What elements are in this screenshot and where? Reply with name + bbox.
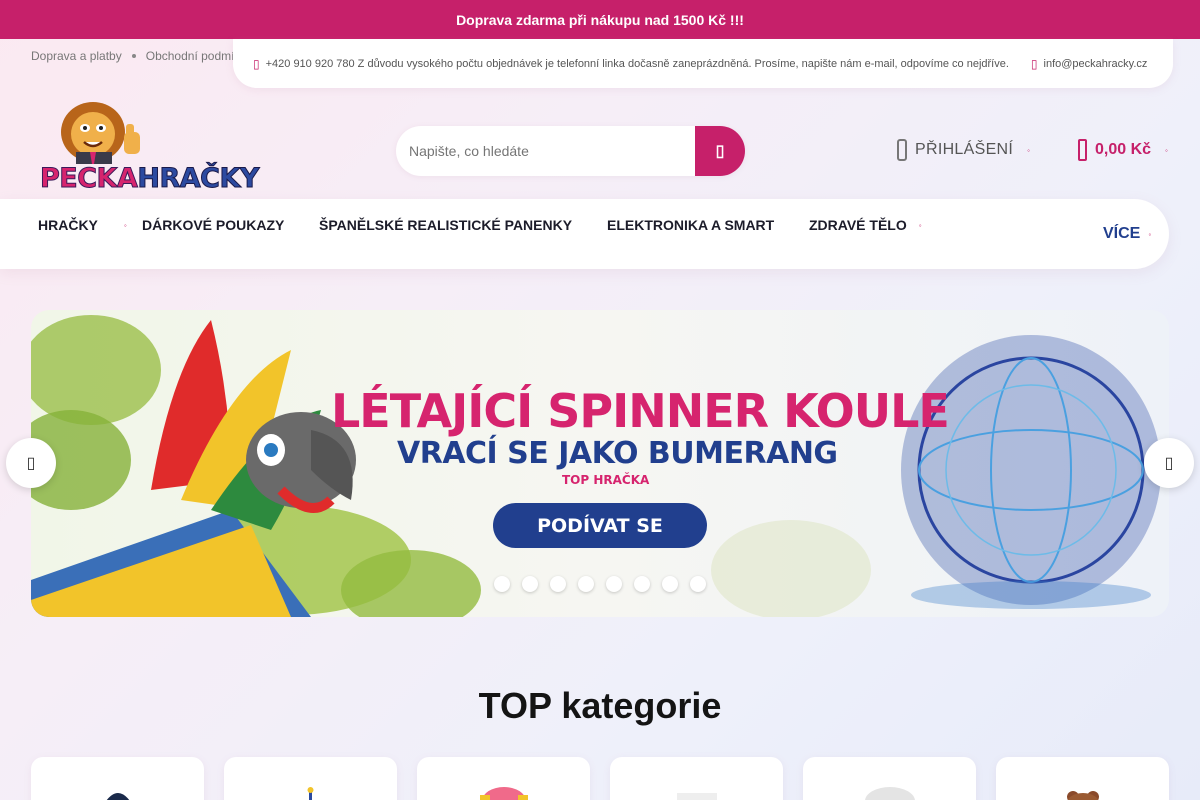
carousel-dot[interactable] xyxy=(662,576,678,592)
banner-subtitle: VRACÍ SE JAKO BUMERANG xyxy=(397,436,838,471)
chevron-down-icon: ◦ xyxy=(918,220,922,230)
separator-dot xyxy=(131,54,136,58)
nav-item-hracky[interactable]: HRAČKY ◦ xyxy=(38,217,127,233)
search-button[interactable]: ▯ xyxy=(695,126,745,176)
announcement-bar: Doprava zdarma při nákupu nad 1500 Kč !!… xyxy=(0,0,1200,39)
link-terms[interactable]: Obchodní podmí xyxy=(146,49,235,63)
nav-more-button[interactable]: VÍCE ◦ xyxy=(1103,225,1151,243)
carousel-prev-button[interactable]: ▯ xyxy=(6,438,56,488)
search-icon: ▯ xyxy=(715,143,725,160)
login-link[interactable]: PŘIHLÁŠENÍ ◦ xyxy=(897,139,1030,161)
category-card[interactable] xyxy=(803,757,976,800)
nav-item-label: ŠPANĚLSKÉ REALISTICKÉ PANENKY xyxy=(319,217,573,233)
category-card[interactable] xyxy=(224,757,397,800)
carousel-dot[interactable] xyxy=(578,576,594,592)
chevron-right-icon: ▯ xyxy=(1164,455,1174,472)
mail-icon: ▯ xyxy=(1030,56,1038,71)
nav-item-spanelske-panenky[interactable]: ŠPANĚLSKÉ REALISTICKÉ PANENKY xyxy=(319,217,572,233)
carousel-next-button[interactable]: ▯ xyxy=(1144,438,1194,488)
chevron-left-icon: ▯ xyxy=(26,455,36,472)
category-thumbnail xyxy=(479,787,528,800)
nav-item-elektronika[interactable]: ELEKTRONIKA A SMART xyxy=(607,217,774,233)
user-icon xyxy=(897,139,907,161)
chevron-down-icon: ◦ xyxy=(1148,229,1152,239)
nav-item-darkove-poukazy[interactable]: DÁRKOVÉ POUKAZY xyxy=(142,217,284,233)
utility-links: Doprava a platby Obchodní podmí xyxy=(31,49,241,63)
logo-wordmark[interactable]: PECKAHRAČKY xyxy=(39,163,260,195)
category-thumbnail xyxy=(106,793,129,800)
banner-title: LÉTAJÍCÍ SPINNER KOULE xyxy=(331,384,950,438)
nav-item-label: HRAČKY xyxy=(38,217,98,233)
nav-item-label: DÁRKOVÉ POUKAZY xyxy=(142,217,285,233)
carousel-dot[interactable] xyxy=(550,576,566,592)
chevron-down-icon: ◦ xyxy=(1165,145,1168,155)
nav-item-label: ELEKTRONIKA A SMART xyxy=(607,217,775,233)
hero-banner[interactable]: LÉTAJÍCÍ SPINNER KOULE VRACÍ SE JAKO BUM… xyxy=(31,310,1169,617)
logo-part-pecka: PECKA xyxy=(39,163,138,195)
search-input[interactable] xyxy=(396,126,695,176)
carousel-dots xyxy=(494,576,706,592)
nav-item-zdrave-telo[interactable]: ZDRAVÉ TĚLO ◦ xyxy=(809,217,922,233)
email-text: info@peckahracky.cz xyxy=(1043,57,1148,70)
chevron-down-icon: ◦ xyxy=(123,220,127,230)
carousel-dot[interactable] xyxy=(634,576,650,592)
phone-icon: ▯ xyxy=(253,56,260,71)
category-card[interactable] xyxy=(31,757,204,800)
search-box: ▯ xyxy=(396,126,745,176)
category-card[interactable] xyxy=(610,757,783,800)
main-navigation: HRAČKY ◦ DÁRKOVÉ POUKAZY ŠPANĚLSKÉ REALI… xyxy=(0,199,1169,269)
logo-part-hracky: HRAČKY xyxy=(137,163,260,195)
carousel-dot[interactable] xyxy=(606,576,622,592)
category-thumbnail xyxy=(676,793,717,800)
contact-bar: ▯ +420 910 920 780 Z důvodu vysokého poč… xyxy=(233,39,1173,88)
announcement-text: Doprava zdarma při nákupu nad 1500 Kč !!… xyxy=(456,11,744,28)
cart-icon xyxy=(1078,139,1087,161)
banner-cta-button[interactable]: PODÍVAT SE xyxy=(493,503,707,548)
phone-text[interactable]: +420 910 920 780 Z důvodu vysokého počtu… xyxy=(266,58,1009,70)
top-categories-title: TOP kategorie xyxy=(478,685,722,726)
carousel-dot[interactable] xyxy=(494,576,510,592)
carousel-dot[interactable] xyxy=(522,576,538,592)
cart-link[interactable]: 0,00 Kč ◦ xyxy=(1078,139,1168,161)
category-thumbnail xyxy=(864,787,915,800)
nav-more-label: VÍCE xyxy=(1103,225,1141,242)
login-label: PŘIHLÁŠENÍ xyxy=(915,141,1014,158)
chevron-down-icon: ◦ xyxy=(1027,145,1031,155)
cart-total: 0,00 Kč xyxy=(1095,141,1152,158)
nav-item-label: ZDRAVÉ TĚLO xyxy=(809,217,907,233)
category-card[interactable] xyxy=(417,757,590,800)
category-card[interactable] xyxy=(996,757,1169,800)
category-thumbnail xyxy=(1066,791,1099,800)
carousel-dot[interactable] xyxy=(690,576,706,592)
link-shipping[interactable]: Doprava a platby xyxy=(31,49,122,63)
category-thumbnail xyxy=(307,787,313,800)
banner-tag: TOP HRAČKA xyxy=(562,473,650,487)
email-link[interactable]: ▯ info@peckahracky.cz xyxy=(1031,57,1148,71)
